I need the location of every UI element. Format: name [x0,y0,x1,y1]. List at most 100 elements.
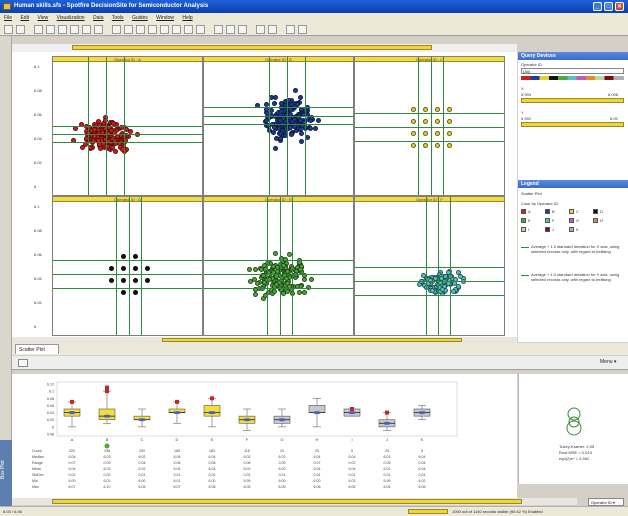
stats-cell: 6.02 [139,455,146,459]
stddev-line-vertical [450,197,452,335]
toolbar-button-21[interactable] [268,25,277,34]
menu-edit[interactable]: Edit [20,15,29,21]
scatter-point [120,290,126,295]
tab-scatter-plot[interactable]: Scatter Plot [15,344,59,354]
toolbar-button-8[interactable] [94,25,103,34]
boxplot-menu[interactable]: Menu ▾ [600,359,616,365]
stats-cell: 0.08 [209,461,216,465]
legend-swatch[interactable] [593,218,598,223]
query-x-range-slider[interactable] [521,98,624,103]
menu-window[interactable]: Window [156,15,174,21]
toolbar-button-14[interactable] [172,25,181,34]
legend-swatch[interactable] [545,209,550,214]
stats-cell: 0.02 [349,461,356,465]
trellis-header: Operator ID : D [53,197,202,202]
menu-file[interactable]: File [4,15,12,21]
legend-swatch[interactable] [521,218,526,223]
scatter-point [446,107,452,112]
toolbar-button-7[interactable] [82,25,91,34]
toolbar-button-15[interactable] [184,25,193,34]
legend-swatch[interactable] [569,209,574,214]
query-x-max: 6.096 [608,92,619,97]
scatter-point [434,107,440,112]
toolbar-button-2[interactable] [16,25,25,34]
stats-cell: 0.06 [174,461,181,465]
scatter-point [247,267,253,273]
stats-cell: 6.01 [104,479,111,483]
query-field-list[interactable]: (All) [521,68,624,74]
toolbar-button-5[interactable] [58,25,67,34]
menu-tools[interactable]: Tools [112,15,124,21]
menu-data[interactable]: Data [93,15,104,21]
toolbar-button-20[interactable] [256,25,265,34]
stats-cell: 6.00 [209,479,216,483]
toolbar-button-19[interactable] [238,25,247,34]
scatter-point [273,281,279,287]
legend-plot-name: Scatter Plot [521,191,542,196]
legend-swatch[interactable] [593,209,598,214]
toolbar-button-12[interactable] [148,25,157,34]
scatter-point [422,107,428,112]
toolbar-button-17[interactable] [214,25,223,34]
toolbar-button-23[interactable] [298,25,307,34]
menu-help[interactable]: Help [182,15,192,21]
stats-cell: 6.00 [139,479,146,483]
box-plot-side-tab[interactable]: Box Plot [0,440,12,506]
minimize-button[interactable]: _ [593,2,602,11]
legend-label: F [552,218,555,223]
legend-swatch[interactable] [569,227,574,232]
color-by-select[interactable]: Operator ID ▾ [588,498,624,506]
stddev-line-horizontal [53,288,202,289]
scatter-point [293,87,299,93]
toolbar-button-6[interactable] [70,25,79,34]
legend-swatch[interactable] [545,218,550,223]
toolbar-button-11[interactable] [136,25,145,34]
maximize-button[interactable]: □ [604,2,613,11]
query-y-max: 6.09 [610,116,618,121]
operator-color-strip[interactable] [521,76,624,80]
legend-swatch[interactable] [569,218,574,223]
box-hscroll[interactable] [12,498,577,505]
box-category-label: I [351,437,352,442]
menu-visualization[interactable]: Visualization [57,15,85,21]
toolbar-button-13[interactable] [160,25,169,34]
stats-cell: 6.05 [139,485,146,489]
legend-color-by: Color by Operator ID: [521,201,560,206]
scatter-point [410,131,416,136]
toolbar-button-1[interactable] [4,25,13,34]
legend-swatch[interactable] [521,227,526,232]
toolbar-button-10[interactable] [124,25,133,34]
stddev-line-vertical [438,197,440,335]
toolbar-button-4[interactable] [46,25,55,34]
legend-swatch[interactable] [545,227,550,232]
stddev-line-horizontal [53,260,202,261]
toolbar-button-18[interactable] [226,25,235,34]
boxplot-settings-button[interactable] [18,359,28,367]
stats-cell: 6.02 [244,467,251,471]
stddev-line-vertical [123,57,125,195]
stats-cell: 6.04 [419,467,426,471]
toolbar-button-16[interactable] [196,25,205,34]
stddev-line-vertical [305,57,307,195]
stddev-line-horizontal [204,288,353,289]
stddev-line-horizontal [53,274,202,275]
window-title: Human skills.sfs - Spotfire DecisionSite… [14,3,209,9]
stats-row-label: Count [32,449,42,453]
toolbar-button-9[interactable] [112,25,121,34]
trellis-panel: Operator ID : E [203,196,354,336]
scatter-point [289,101,295,107]
y-tick-label: 6.02 [34,160,42,165]
scatter-point [120,254,126,259]
toolbar-button-3[interactable] [34,25,43,34]
stddev-line-vertical [116,197,118,335]
stats-cell: 6.05 [349,485,356,489]
scatter-point [255,280,261,286]
scatter-top-scroll[interactable] [12,44,517,52]
menu-view[interactable]: View [37,15,48,21]
toolbar-button-22[interactable] [286,25,295,34]
legend-swatch[interactable] [521,209,526,214]
stats-cell: 6.05 [279,485,286,489]
query-y-range-slider[interactable] [521,122,624,127]
close-button[interactable]: ✕ [615,2,624,11]
menu-guides[interactable]: Guides [132,15,148,21]
